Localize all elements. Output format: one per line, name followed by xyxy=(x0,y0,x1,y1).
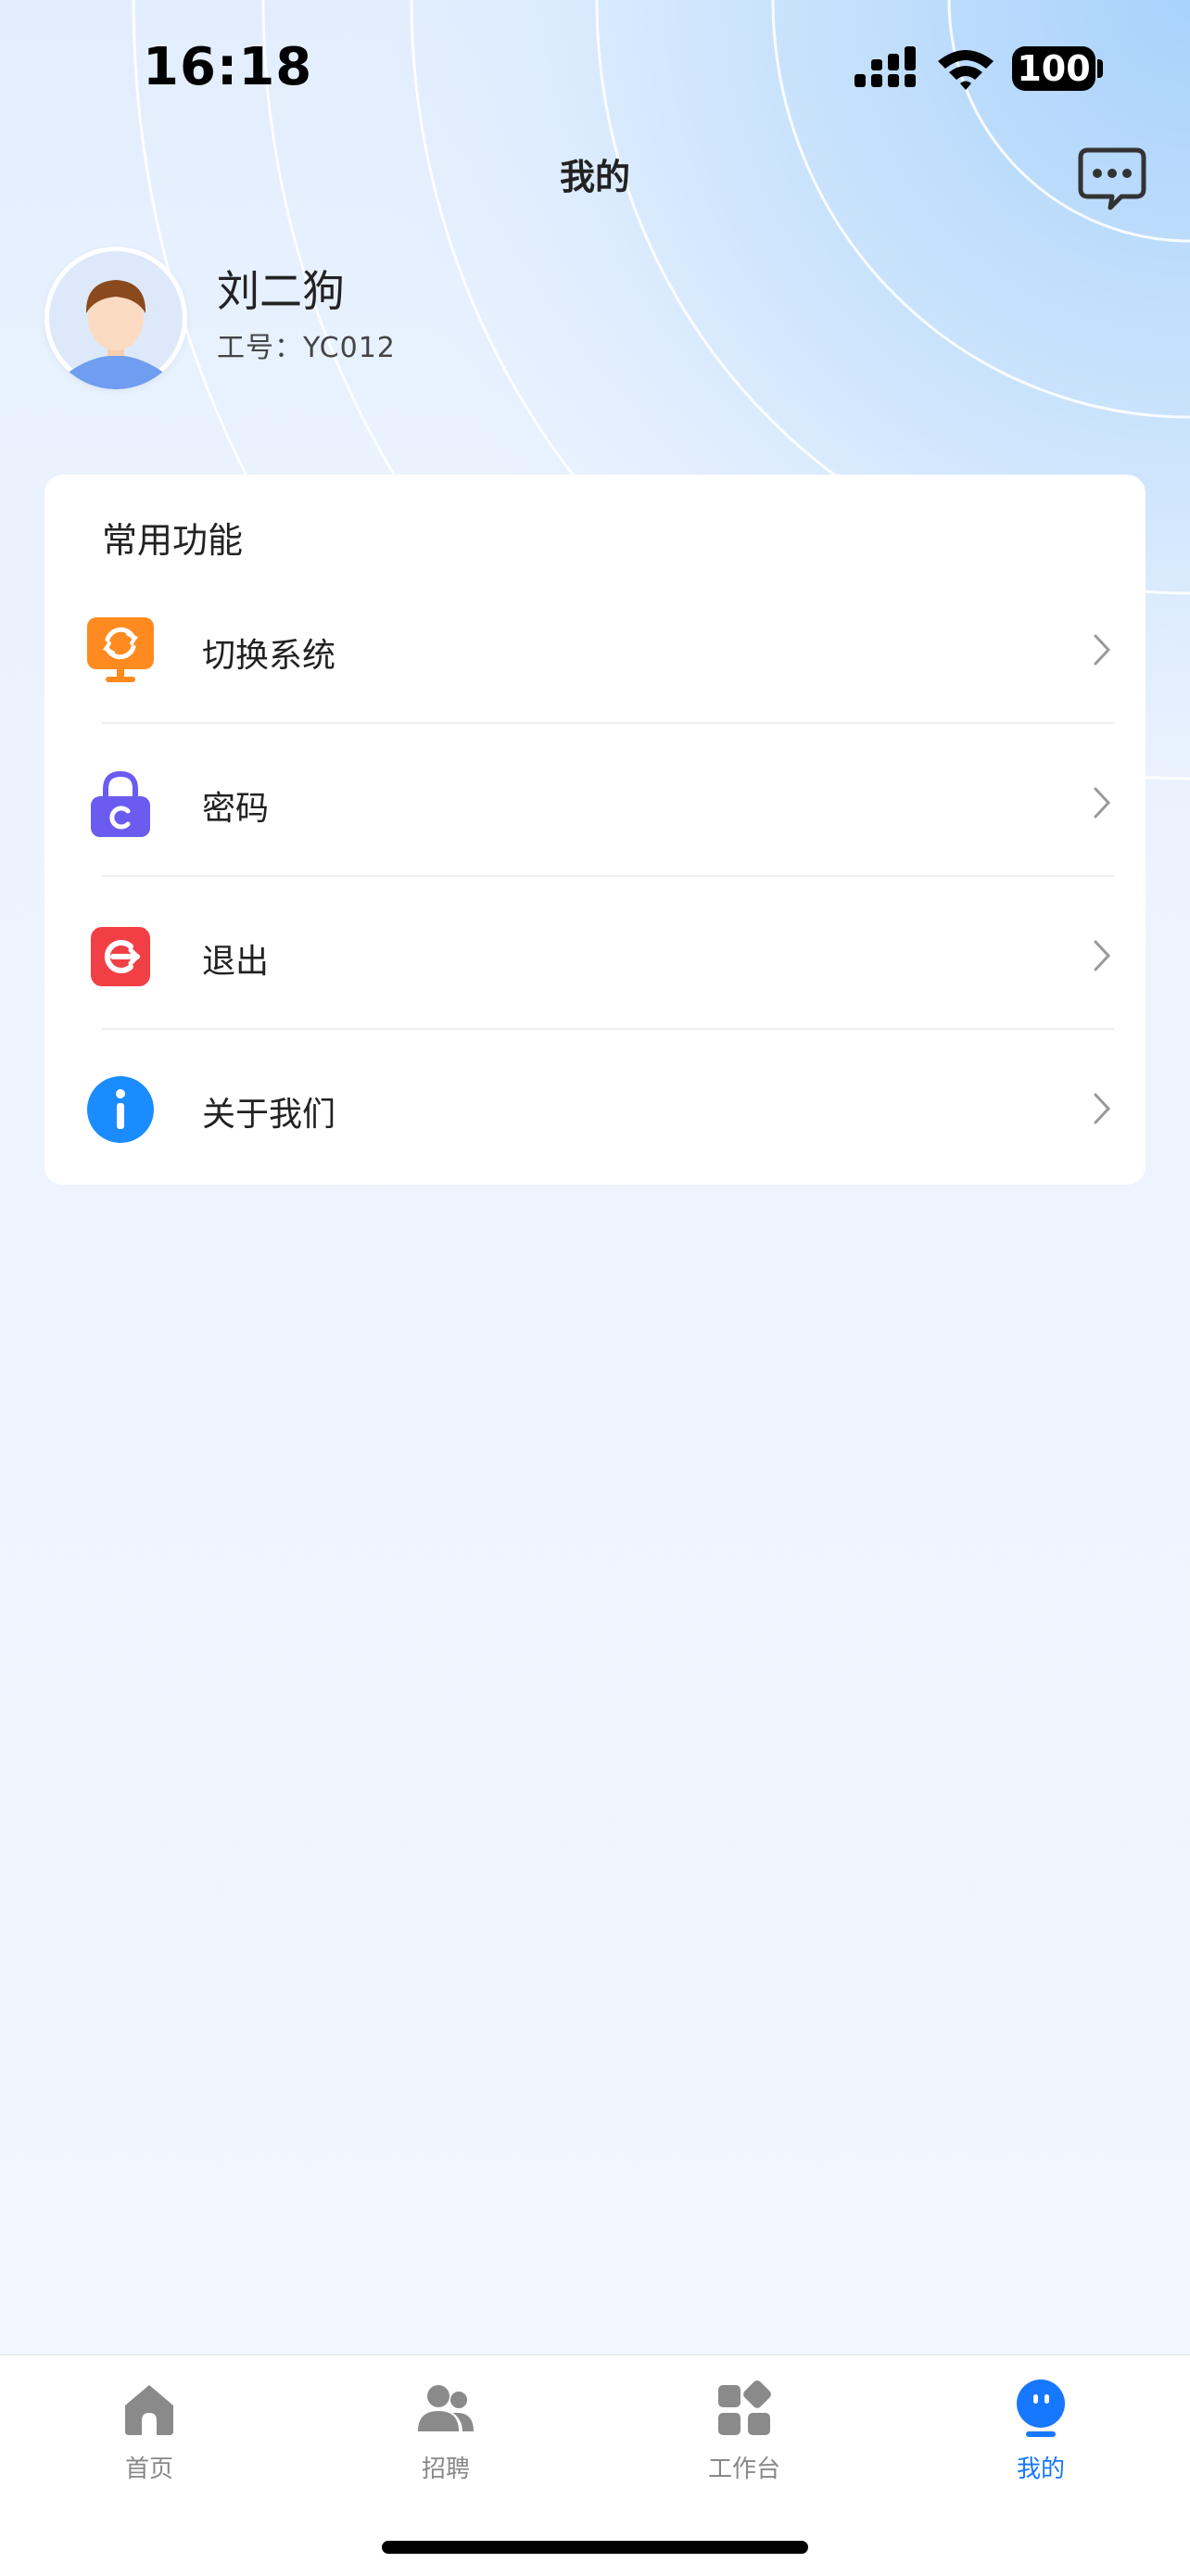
menu-item-about-us[interactable]: 关于我们 xyxy=(44,1030,1146,1183)
menu-item-password[interactable]: 密码 xyxy=(44,724,1146,877)
menu-item-logout[interactable]: 退出 xyxy=(44,877,1146,1030)
chevron-right-icon xyxy=(1094,940,1111,971)
chevron-right-icon xyxy=(1094,634,1111,666)
card-title: 常用功能 xyxy=(102,520,244,561)
page-title: 我的 xyxy=(559,157,630,197)
employee-id: 工号：YC012 xyxy=(217,332,396,364)
tab-label: 我的 xyxy=(1016,2455,1065,2483)
tab-home[interactable]: 首页 xyxy=(57,2355,242,2494)
wifi-icon xyxy=(938,50,994,90)
status-time: 16:18 xyxy=(143,37,313,97)
cellular-signal-icon xyxy=(855,46,916,87)
message-icon[interactable] xyxy=(1075,141,1149,215)
tab-bar: 首页 招聘 工作台 我的 xyxy=(0,2354,1190,2576)
menu-label: 密码 xyxy=(202,790,270,828)
user-name: 刘二狗 xyxy=(217,266,345,316)
switch-system-icon xyxy=(87,617,154,682)
avatar-illustration xyxy=(49,251,183,389)
tab-recruit[interactable]: 招聘 xyxy=(353,2355,538,2494)
status-bar: 16:18 100 xyxy=(0,0,1190,139)
battery-indicator: 100 xyxy=(1012,46,1095,91)
menu-label: 切换系统 xyxy=(202,637,336,675)
profile-icon xyxy=(1017,2379,1065,2437)
common-functions-card: 常用功能 切换系统 密码 退出 关于我们 xyxy=(44,475,1146,1185)
tab-label: 工作台 xyxy=(707,2455,780,2483)
recruit-icon xyxy=(418,2385,474,2431)
lock-icon xyxy=(91,770,150,837)
info-icon xyxy=(87,1076,154,1143)
avatar[interactable] xyxy=(44,247,187,389)
menu-label: 退出 xyxy=(202,943,270,981)
logout-icon xyxy=(91,927,150,986)
tab-profile[interactable]: 我的 xyxy=(948,2355,1133,2494)
tab-label: 首页 xyxy=(124,2455,173,2483)
menu-item-switch-system[interactable]: 切换系统 xyxy=(44,571,1146,724)
battery-tip xyxy=(1097,59,1103,78)
chevron-right-icon xyxy=(1094,787,1111,818)
chevron-right-icon xyxy=(1094,1093,1111,1124)
workbench-icon xyxy=(718,2380,771,2435)
home-icon xyxy=(125,2385,173,2435)
tab-workbench[interactable]: 工作台 xyxy=(652,2355,837,2494)
home-indicator xyxy=(382,2541,808,2554)
tab-label: 招聘 xyxy=(421,2455,470,2483)
menu-label: 关于我们 xyxy=(202,1096,336,1134)
